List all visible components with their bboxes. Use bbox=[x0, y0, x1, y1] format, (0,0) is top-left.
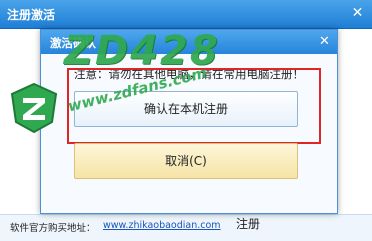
close-icon[interactable]: ✕ bbox=[349, 5, 366, 22]
dialog-close-icon[interactable]: ✕ bbox=[316, 33, 333, 50]
register-button-fragment[interactable]: 注册 bbox=[236, 212, 296, 236]
purchase-label: 软件官方购买地址： bbox=[10, 223, 96, 234]
main-titlebar: 注册激活 ✕ bbox=[0, 0, 372, 29]
cancel-button[interactable]: 取消(C) bbox=[74, 143, 298, 179]
main-window-title: 注册激活 bbox=[7, 8, 56, 22]
purchase-link[interactable]: www.zhikaobaodian.com bbox=[103, 220, 221, 231]
zd-logo-icon bbox=[8, 82, 60, 134]
